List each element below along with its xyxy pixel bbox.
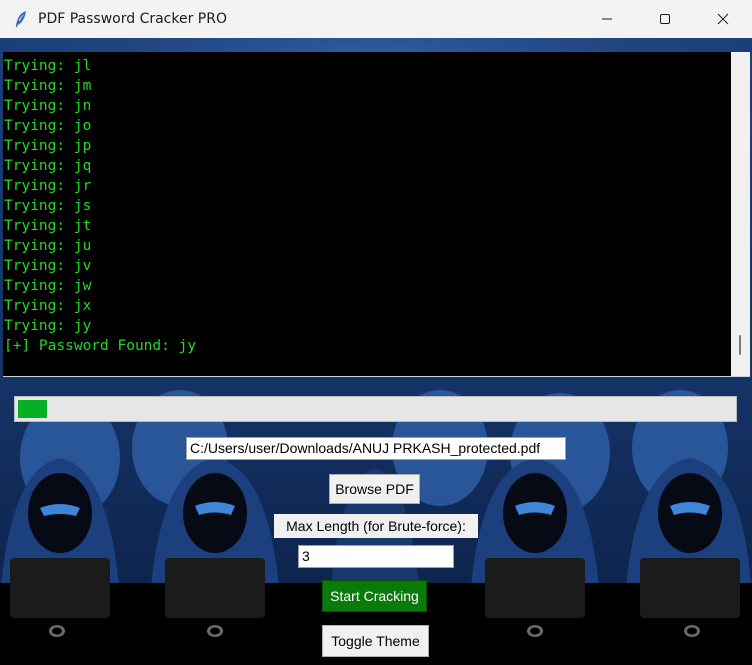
console-line: [+] Password Found: jy xyxy=(4,338,197,354)
console-line: Trying: ju xyxy=(4,238,92,254)
window-title: PDF Password Cracker PRO xyxy=(38,11,227,27)
console-line: Trying: js xyxy=(4,198,92,214)
console-line: Trying: jp xyxy=(4,138,92,154)
app-window: PDF Password Cracker PRO Trying: jl Tryi… xyxy=(0,0,752,665)
console-line: Trying: jt xyxy=(4,218,92,234)
maximize-button[interactable] xyxy=(636,0,694,38)
console-line: Trying: jo xyxy=(4,118,92,134)
progress-bar xyxy=(14,396,737,422)
console-lines: Trying: jl Trying: jm Trying: jn Trying: jo… xyxy=(4,56,729,356)
max-length-input[interactable]: 3 xyxy=(298,545,454,568)
progress-fill xyxy=(18,400,47,418)
browse-pdf-button[interactable]: Browse PDF xyxy=(329,474,420,504)
max-length-label: Max Length (for Brute-force): xyxy=(274,514,478,538)
toggle-theme-button[interactable]: Toggle Theme xyxy=(322,625,429,657)
console-line: Trying: jx xyxy=(4,298,92,314)
title-bar: PDF Password Cracker PRO xyxy=(0,0,752,38)
console-line: Trying: jw xyxy=(4,278,92,294)
close-button[interactable] xyxy=(694,0,752,38)
window-controls xyxy=(578,0,752,38)
console-line: Trying: jv xyxy=(4,258,92,274)
console-line: Trying: jq xyxy=(4,158,92,174)
start-cracking-button[interactable]: Start Cracking xyxy=(322,580,427,612)
console-line: Trying: jn xyxy=(4,98,92,114)
minimize-icon xyxy=(602,18,612,20)
minimize-button[interactable] xyxy=(578,0,636,38)
console-line: Trying: jl xyxy=(4,58,92,74)
pdf-path-field[interactable]: C:/Users/user/Downloads/ANUJ PRKASH_prot… xyxy=(186,437,566,460)
scrollbar-thumb[interactable] xyxy=(739,335,741,355)
feather-icon xyxy=(12,10,30,28)
console-line: Trying: jy xyxy=(4,318,92,334)
maximize-icon xyxy=(660,14,670,24)
console-output[interactable]: Trying: jl Trying: jm Trying: jn Trying: jo… xyxy=(3,52,750,377)
console-line: Trying: jm xyxy=(4,78,92,94)
close-icon xyxy=(717,13,729,25)
console-scrollbar[interactable] xyxy=(731,52,750,376)
console-line: Trying: jr xyxy=(4,178,92,194)
